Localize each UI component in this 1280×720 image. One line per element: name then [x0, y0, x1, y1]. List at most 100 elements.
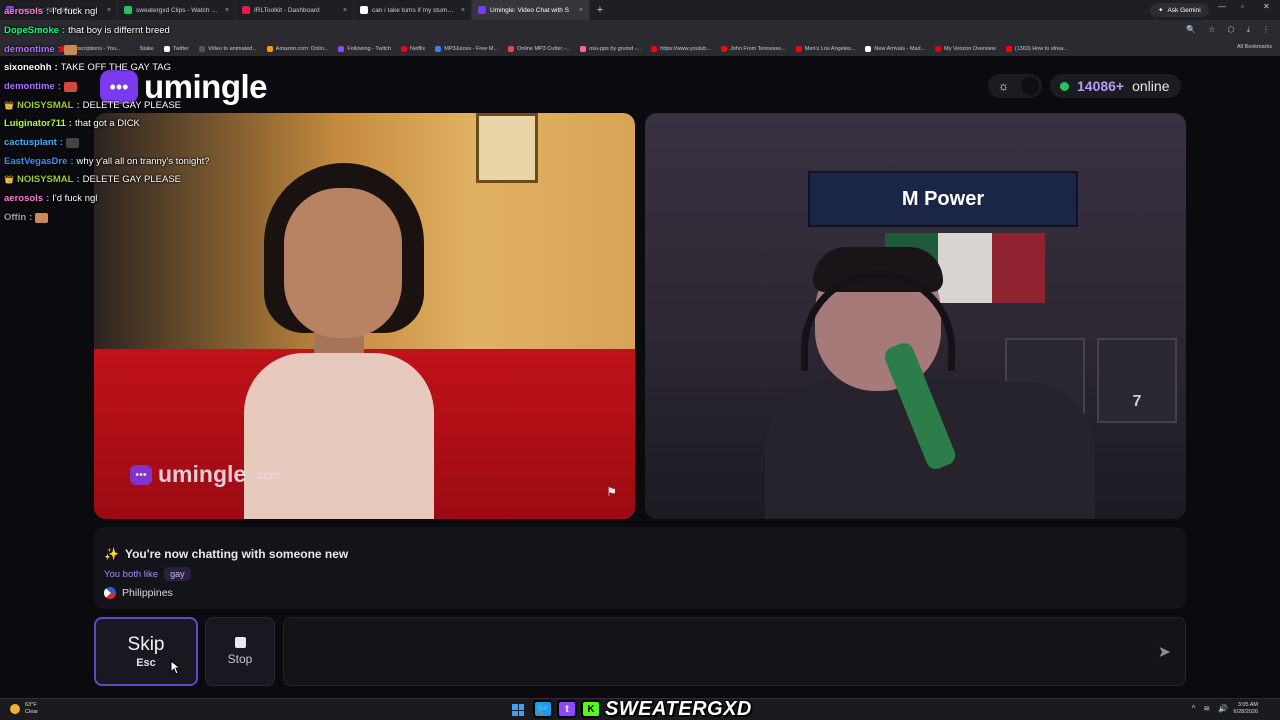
bookmark-item[interactable]: John From Tennesse... — [720, 46, 786, 52]
jersey-7: 7 — [1097, 338, 1177, 423]
volume-icon[interactable]: 🔊 — [1218, 704, 1228, 713]
message-input[interactable] — [296, 638, 1136, 666]
zoom-icon[interactable]: 🔍 — [1186, 25, 1196, 35]
browser-tab[interactable]: sweatergxd Clips - Watch Live o × — [118, 0, 236, 20]
twitch-icon: t — [557, 700, 577, 718]
emote-icon — [35, 212, 49, 223]
bookmark-item[interactable]: Video to animated... — [198, 46, 257, 52]
tab-label: IRLToolkit - Dashboard — [254, 6, 320, 14]
system-message: ✨ You're now chatting with someone new — [104, 547, 349, 561]
chat-username: NOISYSMAL — [16, 174, 74, 185]
bookmark-item[interactable]: Men's Los Angeles... — [795, 46, 855, 52]
chat-message: DELETE GAY PLEASE — [82, 174, 182, 185]
chat-username: Luiginator711 — [4, 118, 66, 129]
bookmark-item[interactable]: Netflix — [400, 46, 425, 52]
system-tray: ^ ≋ 🔊 — [1192, 704, 1228, 713]
tab-label: sweatergxd Clips - Watch Live o — [136, 6, 221, 14]
weather-widget[interactable]: 63°F Clear — [10, 702, 38, 716]
chat-username: DopeSmoke — [4, 25, 59, 36]
chat-separator: : — [46, 193, 50, 204]
stream-chat-line: demontime: — [4, 44, 77, 55]
bookmark-label: New Arrivals - Mad... — [874, 46, 926, 52]
chat-separator: : — [61, 25, 66, 36]
bookmark-item[interactable]: (1363) How to strea... — [1005, 46, 1068, 52]
bookmark-favicon-icon — [865, 46, 872, 52]
browser-tab[interactable]: can i take tums if my stummy h × — [354, 0, 472, 20]
bookmark-item[interactable]: osu-pps by grumd -... — [580, 46, 641, 52]
ask-gemini-button[interactable]: ✦ Ask Gemini — [1150, 3, 1209, 17]
bookmark-favicon-icon — [198, 46, 205, 52]
chat-message: DELETE GAY PLEASE — [82, 100, 182, 111]
maximize-icon[interactable]: ▫ — [1241, 2, 1244, 11]
tab-close-icon[interactable]: × — [579, 7, 583, 14]
tab-close-icon[interactable]: × — [461, 7, 465, 14]
skip-button[interactable]: Skip Esc — [94, 617, 198, 686]
all-bookmarks-button[interactable]: All Bookmarks — [1237, 44, 1272, 50]
wifi-icon[interactable]: ≋ — [1203, 704, 1210, 713]
clock[interactable]: 3:05 AM 6/28/2026 — [1234, 702, 1258, 716]
streamer-name: SWEATERGXD — [605, 697, 752, 720]
bookmark-label: https://www.youtub... — [660, 46, 711, 52]
stream-chat-line: sixoneohh: TAKE OFF THE GAY TAG — [4, 62, 171, 73]
bookmark-item[interactable]: Online MP3 Cutter -... — [508, 46, 570, 52]
stranger-country: Philippines — [104, 587, 1176, 599]
bookmark-favicon-icon — [720, 46, 727, 52]
stream-chat-line: DopeSmoke: that boy is differnt breed — [4, 25, 170, 36]
tab-favicon-icon — [242, 6, 250, 14]
report-flag-icon[interactable]: ⚑ — [606, 485, 617, 499]
bookmark-item[interactable]: Stake — [130, 46, 154, 52]
close-window-icon[interactable]: ✕ — [1263, 2, 1270, 11]
menu-icon[interactable]: ⋮ — [1262, 25, 1270, 35]
stream-chat-line: demontime: — [4, 81, 77, 92]
stop-button[interactable]: Stop — [205, 617, 275, 686]
bookmark-item[interactable]: My Verizon Overview — [935, 46, 996, 52]
bookmark-item[interactable]: Twitter — [163, 46, 189, 52]
bookmark-favicon-icon — [508, 46, 515, 52]
tab-close-icon[interactable]: × — [225, 7, 229, 14]
online-count: 14086+ — [1077, 78, 1125, 94]
tab-favicon-icon — [360, 6, 368, 14]
chat-username: demontime — [4, 44, 55, 55]
kick-icon: K — [581, 700, 601, 718]
theme-toggle[interactable]: ☼ — [988, 74, 1042, 98]
tab-favicon-icon — [124, 6, 132, 14]
new-tab-button[interactable]: + — [590, 4, 610, 16]
tab-label: can i take tums if my stummy h — [372, 6, 457, 14]
tab-close-icon[interactable]: × — [343, 7, 347, 14]
bookmark-label: Amazon.com: Onlin... — [275, 46, 329, 52]
bookmark-item[interactable]: Following - Twitch — [338, 46, 391, 52]
bookmark-favicon-icon — [580, 46, 587, 52]
star-icon[interactable]: ☆ — [1208, 25, 1215, 35]
stream-chat-line: 👑 NOISYSMAL: DELETE GAY PLEASE — [4, 100, 181, 111]
chat-separator: : — [46, 6, 50, 17]
bookmark-item[interactable]: Amazon.com: Onlin... — [266, 46, 329, 52]
minimize-icon[interactable]: — — [1218, 2, 1226, 11]
windows-start-icon[interactable] — [512, 704, 524, 716]
bookmark-item[interactable]: MP3Juices - Free M... — [435, 46, 498, 52]
bookmark-label: (1363) How to strea... — [1014, 46, 1068, 52]
video-watermark: ••• umingle .com — [130, 461, 280, 488]
extensions-icon[interactable]: ⬡ — [1227, 25, 1234, 35]
download-icon[interactable]: ⤓ — [1246, 25, 1250, 35]
streamer-socials: 🐦 t K SWEATERGXD — [533, 697, 752, 720]
browser-tab[interactable]: Umingle: Video Chat with S × — [472, 0, 590, 20]
bookmark-label: MP3Juices - Free M... — [444, 46, 499, 52]
philippines-flag-icon — [104, 587, 116, 599]
online-dot-icon — [1060, 81, 1069, 91]
crown-badge-icon: 👑 — [4, 101, 14, 110]
browser-tab[interactable]: IRLToolkit - Dashboard × — [236, 0, 354, 20]
bookmark-item[interactable]: https://www.youtub... — [651, 46, 711, 52]
clock-date: 6/28/2026 — [1233, 709, 1258, 715]
interest-tag: gay — [164, 567, 191, 581]
ask-gemini-label: Ask Gemini — [1167, 6, 1201, 14]
wall-banner: M Power — [808, 171, 1078, 227]
message-box[interactable]: ➤ — [283, 617, 1186, 686]
bookmark-label: osu-pps by grumd -... — [589, 46, 642, 52]
chat-message: that got a DICK — [74, 118, 140, 129]
bookmark-item[interactable]: New Arrivals - Mad... — [865, 46, 925, 52]
address-bar[interactable]: 🔍 ☆ ⬡ ⤓ ⋮ — [0, 20, 1280, 42]
tray-chevron-icon[interactable]: ^ — [1192, 704, 1196, 713]
tab-close-icon[interactable]: × — [107, 7, 111, 14]
send-icon[interactable]: ➤ — [1158, 642, 1171, 662]
chat-separator: : — [59, 137, 63, 148]
